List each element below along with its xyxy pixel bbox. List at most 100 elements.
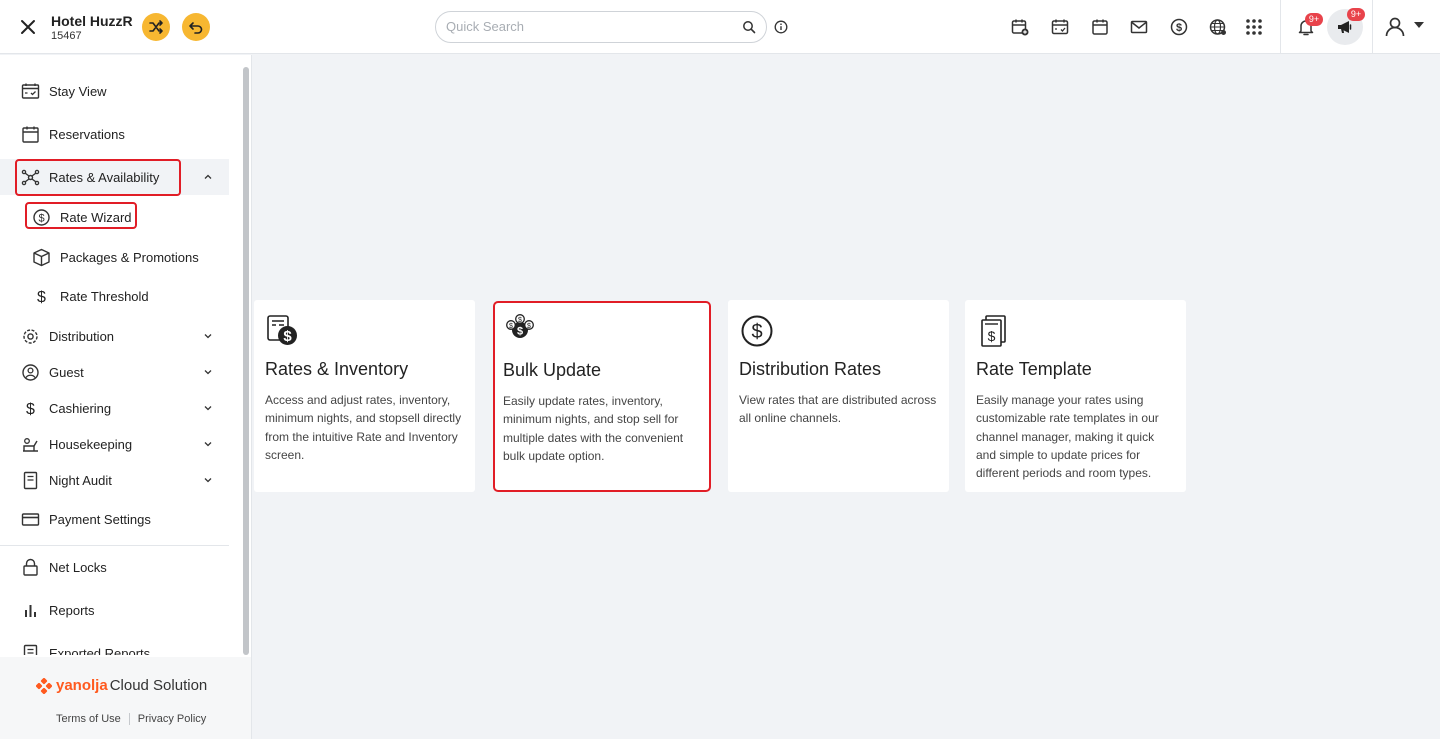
- card-bulk-update[interactable]: $ $ $ $ Bulk Update Easily update rates,…: [493, 301, 711, 492]
- calendar-check-icon[interactable]: [1050, 17, 1070, 37]
- dollar-icon[interactable]: $: [1169, 17, 1189, 37]
- sidebar-item-distribution[interactable]: Distribution: [0, 318, 229, 354]
- credit-card-icon: [21, 513, 40, 526]
- sidebar-item-label: Rates & Availability: [49, 170, 160, 185]
- header-divider: [1280, 0, 1281, 54]
- card-description: Easily update rates, inventory, minimum …: [503, 394, 684, 463]
- svg-text:$: $: [509, 323, 513, 330]
- calendar-add-icon[interactable]: [1010, 17, 1030, 37]
- top-bar: Hotel HuzzR 15467 Quick Search $ 9+ 9+: [0, 0, 1440, 54]
- terms-of-use-link[interactable]: Terms of Use: [56, 713, 121, 725]
- user-menu-caret[interactable]: [1414, 22, 1424, 28]
- svg-text:$: $: [517, 326, 523, 338]
- announcements-badge: 9+: [1347, 8, 1365, 21]
- sidebar-item-guest[interactable]: Guest: [0, 354, 229, 390]
- globe-icon[interactable]: [1208, 17, 1228, 37]
- card-description: View rates that are distributed across a…: [739, 393, 937, 426]
- dollar-icon: $: [26, 401, 35, 418]
- search-icon[interactable]: [742, 20, 756, 34]
- info-icon[interactable]: [774, 20, 788, 34]
- sidebar-item-stay-view[interactable]: Stay View: [0, 73, 229, 109]
- network-icon: [21, 169, 40, 186]
- sidebar-item-label: Cashiering: [49, 401, 112, 416]
- sidebar-item-label: Packages & Promotions: [60, 250, 199, 265]
- document-icon: [23, 471, 38, 490]
- chevron-up-icon: [204, 174, 212, 179]
- card-description: Access and adjust rates, inventory, mini…: [265, 393, 462, 462]
- privacy-policy-link[interactable]: Privacy Policy: [138, 713, 206, 725]
- sidebar-item-label: Rate Threshold: [60, 289, 149, 304]
- sidebar-item-label: Exported Reports: [49, 646, 151, 655]
- sidebar-nav: Stay View Reservations Rates & Availabil…: [0, 55, 240, 655]
- svg-text:$: $: [38, 213, 44, 225]
- sidebar-item-label: Rate Wizard: [60, 210, 132, 225]
- hotel-name: Hotel HuzzR: [51, 13, 133, 29]
- card-rate-template[interactable]: $ Rate Template Easily manage your rates…: [965, 300, 1186, 492]
- exported-report-icon: [23, 644, 38, 655]
- card-title: Rate Template: [976, 359, 1092, 379]
- chevron-down-icon: [204, 478, 212, 483]
- back-button[interactable]: [182, 13, 210, 41]
- sidebar-item-label: Reports: [49, 603, 95, 618]
- sidebar-item-rate-wizard[interactable]: $ Rate Wizard: [0, 199, 229, 235]
- svg-text:$: $: [527, 323, 531, 330]
- svg-text:$: $: [283, 328, 292, 345]
- sidebar-item-label: Distribution: [49, 329, 115, 344]
- sidebar-item-packages-promotions[interactable]: Packages & Promotions: [0, 239, 229, 275]
- card-distribution-rates[interactable]: $ Distribution Rates View rates that are…: [728, 300, 949, 492]
- sidebar-item-reports[interactable]: Reports: [0, 592, 229, 628]
- rates-inventory-icon: $: [267, 315, 297, 345]
- search-input[interactable]: [446, 19, 726, 34]
- sidebar-item-rate-threshold[interactable]: $ Rate Threshold: [0, 278, 229, 314]
- calendar-icon[interactable]: [1090, 17, 1110, 37]
- rate-template-icon: $: [981, 315, 1006, 347]
- sidebar-item-label: Housekeeping: [49, 437, 133, 452]
- package-box-icon: [33, 248, 50, 267]
- card-title: Rates & Inventory: [265, 359, 409, 379]
- lock-icon: [23, 558, 38, 576]
- switch-property-button[interactable]: [142, 13, 170, 41]
- card-rates-inventory[interactable]: $ Rates & Inventory Access and adjust ra…: [254, 300, 475, 492]
- sidebar-item-payment-settings[interactable]: Payment Settings: [0, 501, 229, 537]
- card-description: Easily manage your rates using customiza…: [976, 393, 1159, 481]
- header-divider: [1372, 0, 1373, 54]
- chevron-down-icon: [204, 334, 212, 339]
- chevron-down-icon: [204, 442, 212, 447]
- sidebar-item-night-audit[interactable]: Night Audit: [0, 462, 229, 498]
- card-title: Bulk Update: [503, 360, 602, 380]
- sidebar-item-reservations[interactable]: Reservations: [0, 116, 229, 152]
- close-icon[interactable]: [18, 17, 38, 37]
- calendar-check-icon: [21, 83, 40, 99]
- sidebar-divider: [0, 545, 229, 546]
- sidebar-item-label: Reservations: [49, 127, 125, 142]
- brand-name: yanolja: [56, 677, 108, 694]
- user-icon[interactable]: [1383, 15, 1407, 39]
- svg-text:$: $: [518, 317, 522, 324]
- sidebar-item-rates-availability[interactable]: Rates & Availability: [0, 159, 229, 195]
- sidebar-item-label: Night Audit: [49, 473, 112, 488]
- yanolja-logo-icon: [36, 677, 52, 694]
- footer-separator: [128, 713, 130, 726]
- calendar-icon: [22, 126, 39, 143]
- sidebar-item-label: Stay View: [49, 84, 107, 99]
- sidebar-item-cashiering[interactable]: $ Cashiering: [0, 390, 229, 426]
- shuffle-icon: [149, 20, 163, 34]
- card-title: Distribution Rates: [739, 359, 882, 379]
- sidebar-footer: yanolja Cloud Solution Terms of Use Priva…: [0, 657, 251, 739]
- quick-search: [435, 11, 767, 43]
- undo-icon: [189, 22, 203, 34]
- svg-text:$: $: [26, 401, 35, 418]
- chevron-down-icon: [204, 370, 212, 375]
- sidebar-scrollbar[interactable]: [243, 67, 249, 655]
- dollar-icon: $: [37, 289, 46, 306]
- mail-icon[interactable]: [1129, 17, 1149, 37]
- apps-grid-icon[interactable]: [1244, 17, 1264, 37]
- yanolja-logo: yanolja Cloud Solution: [36, 677, 207, 694]
- sidebar-item-housekeeping[interactable]: Housekeeping: [0, 426, 229, 462]
- distribution-gear-icon: [23, 329, 38, 344]
- sidebar-item-exported-reports[interactable]: Exported Reports: [0, 635, 229, 655]
- svg-text:$: $: [988, 328, 996, 344]
- brand-suffix: Cloud Solution: [109, 677, 208, 694]
- footer-links: Terms of Use Privacy Policy: [56, 713, 206, 726]
- sidebar-item-net-locks[interactable]: Net Locks: [0, 549, 229, 585]
